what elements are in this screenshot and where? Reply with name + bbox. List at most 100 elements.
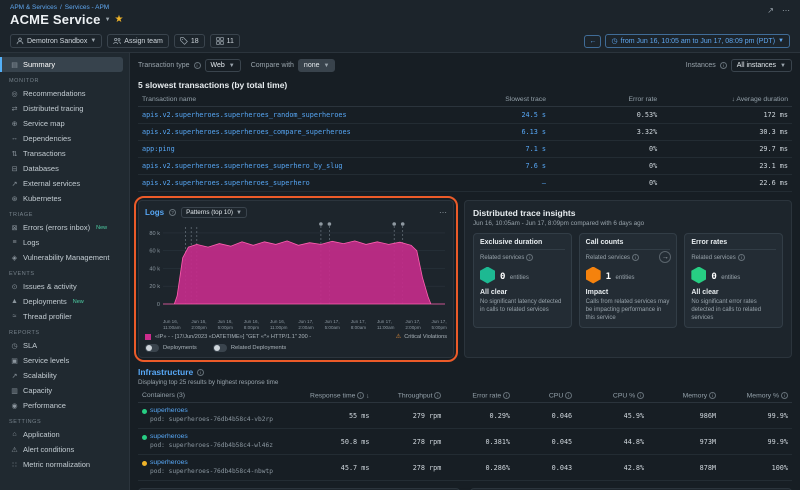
- sidebar-item-deployments[interactable]: ▲DeploymentsNew: [0, 294, 123, 309]
- sidebar-section-label: SETTINGS: [0, 413, 129, 427]
- info-icon[interactable]: i: [709, 392, 716, 399]
- slowest-trace-link[interactable]: 6.13 s: [521, 128, 546, 136]
- column-transaction-name[interactable]: Transaction name: [138, 93, 439, 107]
- sidebar-item-thread-profiler[interactable]: ≈Thread profiler: [0, 309, 123, 324]
- patterns-select[interactable]: Patterns (top 10) ▼: [181, 207, 247, 218]
- sidebar-item-capacity[interactable]: ▥Capacity: [0, 383, 123, 398]
- chevron-down-icon[interactable]: ▼: [105, 17, 111, 23]
- sidebar-item-logs[interactable]: ≡Logs: [0, 235, 123, 250]
- sidebar-item-dependencies[interactable]: ↔Dependencies: [0, 131, 123, 146]
- sidebar-item-recommendations[interactable]: ◎Recommendations: [0, 86, 123, 101]
- more-options-icon[interactable]: ⋯: [782, 6, 790, 15]
- sidebar-item-service-levels[interactable]: ▣Service levels: [0, 353, 123, 368]
- transaction-name-link[interactable]: apis.v2.superheroes.superheroes_random_s…: [142, 111, 347, 119]
- distributed-tracing-icon: ⇄: [10, 105, 19, 113]
- chevron-down-icon: ▼: [778, 38, 784, 44]
- column-slowest-trace[interactable]: Slowest trace: [439, 93, 550, 107]
- slowest-trace-link[interactable]: 24.5 s: [521, 111, 546, 119]
- logs-section: Logs ? Patterns (top 10) ▼ ⋯ 80 k60 k40 …: [138, 200, 454, 358]
- slowest-trace-link[interactable]: 7.6 s: [526, 162, 546, 170]
- memory-percent-value: 99.9%: [720, 429, 792, 455]
- infra-column-error-rate[interactable]: Error rate i: [445, 389, 514, 403]
- time-picker-back-button[interactable]: ←: [584, 35, 601, 48]
- infrastructure-title[interactable]: Infrastructure: [138, 367, 193, 377]
- instances-value: All instances: [737, 62, 776, 69]
- transaction-name-link[interactable]: apis.v2.superheroes.superheroes_superher…: [142, 179, 310, 187]
- info-icon[interactable]: i: [194, 62, 201, 69]
- sidebar-item-performance[interactable]: ◉Performance: [0, 398, 123, 413]
- transaction-name-link[interactable]: app:ping: [142, 145, 175, 153]
- infra-column-containers-3[interactable]: Containers (3): [138, 389, 295, 403]
- tags-button[interactable]: 18: [174, 34, 205, 48]
- sidebar-item-sla[interactable]: ◷SLA: [0, 338, 123, 353]
- info-icon[interactable]: i: [434, 392, 441, 399]
- open-related-services-button[interactable]: →: [659, 251, 671, 263]
- infra-column-cpu[interactable]: CPU i: [514, 389, 576, 403]
- sidebar-item-scalability[interactable]: ↗Scalability: [0, 368, 123, 383]
- transaction-type-select[interactable]: Web ▼: [205, 59, 241, 72]
- page-title: ACME Service: [10, 12, 101, 27]
- infra-column-cpu[interactable]: CPU % i: [576, 389, 648, 403]
- time-picker[interactable]: ◷ from Jun 16, 10:05 am to Jun 17, 08:09…: [605, 34, 790, 48]
- sidebar-item-transactions[interactable]: ⇅Transactions: [0, 146, 123, 161]
- compare-with-select[interactable]: none ▼: [298, 59, 336, 72]
- sidebar-item-kubernetes[interactable]: ⊛Kubernetes: [0, 191, 123, 206]
- sidebar-item-alert-conditions[interactable]: ⚠Alert conditions: [0, 442, 123, 457]
- favorite-star-icon[interactable]: ★: [115, 14, 124, 25]
- infra-column-memory[interactable]: Memory % i: [720, 389, 792, 403]
- infra-column-response-time[interactable]: Response time i ↓: [295, 389, 373, 403]
- transaction-name-link[interactable]: apis.v2.superheroes.superheroes_compare_…: [142, 128, 351, 136]
- info-icon[interactable]: i: [565, 392, 572, 399]
- vulnerability-management-icon: ◈: [10, 254, 19, 262]
- slowest-trace-link[interactable]: —: [542, 179, 546, 187]
- sidebar-item-errors-errors-inbox[interactable]: ⊠Errors (errors inbox)New: [0, 220, 123, 235]
- deployments-toggle[interactable]: Deployments: [145, 344, 197, 352]
- toggle-switch-icon[interactable]: [213, 344, 227, 352]
- panel-menu-icon[interactable]: ⋯: [439, 208, 447, 217]
- info-icon[interactable]: i: [720, 62, 727, 69]
- sidebar-item-external-services[interactable]: ↗External services: [0, 176, 123, 191]
- infra-column-memory[interactable]: Memory i: [648, 389, 720, 403]
- info-icon[interactable]: i: [637, 392, 644, 399]
- logs-title[interactable]: Logs: [145, 208, 164, 217]
- sidebar-item-databases[interactable]: ⊟Databases: [0, 161, 123, 176]
- toggle-switch-icon[interactable]: [145, 344, 159, 352]
- share-icon[interactable]: ↗: [767, 6, 774, 15]
- sidebar-item-summary[interactable]: ▤Summary: [0, 57, 123, 72]
- infrastructure-subtitle: Displaying top 25 results by highest res…: [138, 379, 792, 386]
- instances-select[interactable]: All instances ▼: [731, 59, 792, 72]
- sidebar-item-distributed-tracing[interactable]: ⇄Distributed tracing: [0, 101, 123, 116]
- x-tick-label: Jun 16,11:00am: [163, 319, 181, 330]
- deployments-icon: ▲: [10, 298, 19, 305]
- container-name-link[interactable]: superheroes: [150, 407, 188, 416]
- container-name-link[interactable]: superheroes: [150, 459, 188, 468]
- info-icon[interactable]: i: [197, 369, 204, 376]
- assign-team-button[interactable]: Assign team: [107, 34, 169, 48]
- sidebar-item-vulnerability-management[interactable]: ◈Vulnerability Management: [0, 250, 123, 265]
- related-deployments-toggle[interactable]: Related Deployments: [213, 344, 286, 352]
- transaction-name-link[interactable]: apis.v2.superheroes.superheroes_superher…: [142, 162, 343, 170]
- info-icon[interactable]: i: [632, 254, 639, 261]
- info-icon[interactable]: i: [738, 254, 745, 261]
- sidebar-item-issues-activity[interactable]: ⊙Issues & activity: [0, 279, 123, 294]
- info-icon[interactable]: i: [503, 392, 510, 399]
- column-average-duration[interactable]: ↓ Average duration: [661, 93, 792, 107]
- container-name-link[interactable]: superheroes: [150, 433, 188, 442]
- logs-chart[interactable]: 80 k60 k40 k20 k0: [145, 218, 447, 314]
- info-icon[interactable]: i: [357, 392, 364, 399]
- sidebar-item-service-map[interactable]: ⊕Service map: [0, 116, 123, 131]
- sidebar-item-metric-normalization[interactable]: ∷Metric normalization: [0, 457, 123, 472]
- dashboards-button[interactable]: 11: [210, 34, 240, 48]
- breadcrumb-apm-services[interactable]: APM & Services: [10, 4, 57, 11]
- info-icon[interactable]: i: [781, 392, 788, 399]
- sidebar-item-application[interactable]: ⌂Application: [0, 427, 123, 442]
- entity-hexagon-icon: [480, 267, 495, 284]
- info-icon[interactable]: i: [526, 254, 533, 261]
- column-error-rate[interactable]: Error rate: [550, 93, 661, 107]
- account-picker[interactable]: Demotron Sandbox ▼: [10, 34, 102, 48]
- clock-icon: ◷: [611, 37, 617, 45]
- breadcrumb-services-apm[interactable]: Services - APM: [65, 4, 109, 11]
- help-icon[interactable]: ?: [169, 209, 176, 216]
- infra-column-throughput[interactable]: Throughput i: [373, 389, 445, 403]
- slowest-trace-link[interactable]: 7.1 s: [526, 145, 546, 153]
